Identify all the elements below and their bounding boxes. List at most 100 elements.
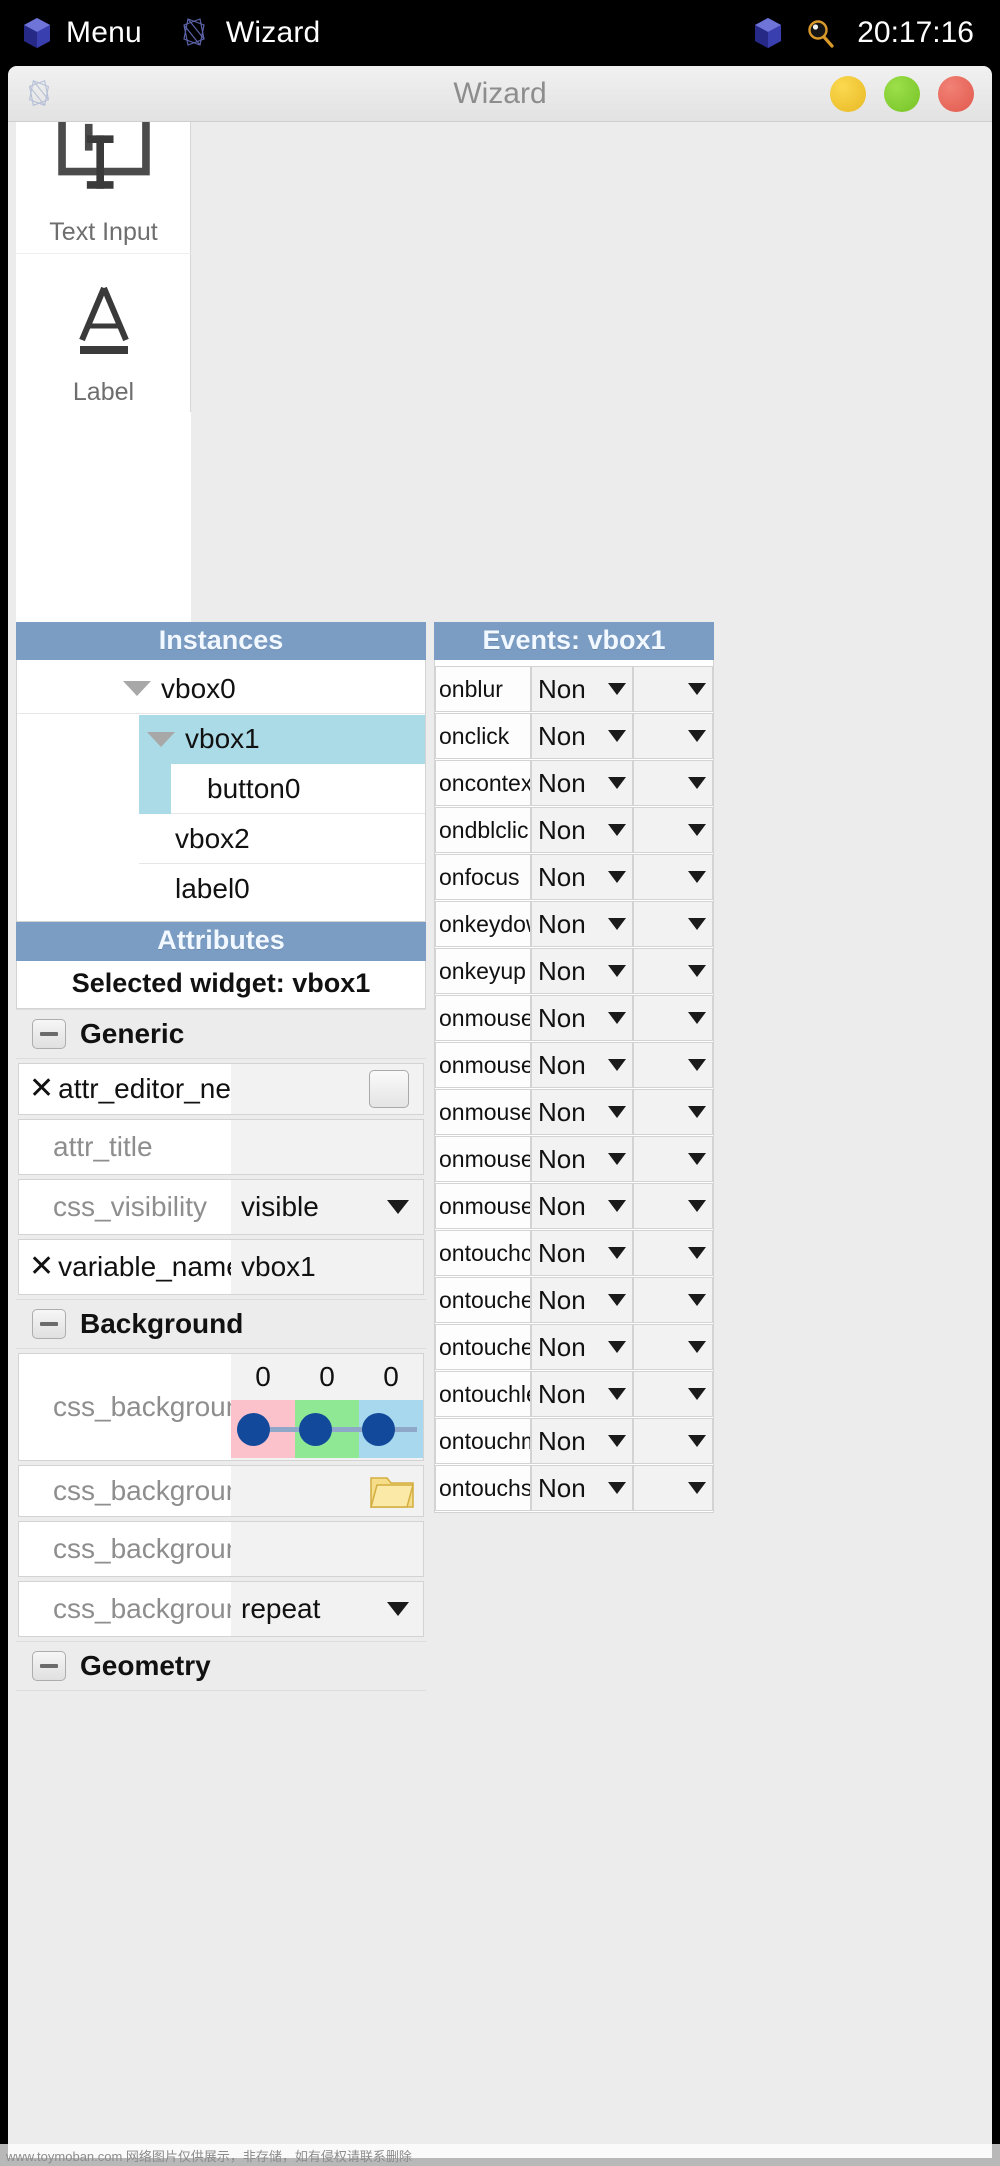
collapse-minus-icon[interactable] xyxy=(32,1651,66,1681)
event-row[interactable]: oncontextm Non xyxy=(435,760,713,806)
event-param-select[interactable] xyxy=(633,807,713,853)
event-handler-select[interactable]: Non xyxy=(531,1277,633,1323)
attr-row-attr-editor-newclass[interactable]: ✕ attr_editor_newc xyxy=(18,1063,424,1115)
attr-group-generic[interactable]: Generic xyxy=(16,1009,426,1059)
event-handler-select[interactable]: Non xyxy=(531,1089,633,1135)
event-param-select[interactable] xyxy=(633,1089,713,1135)
event-param-select[interactable] xyxy=(633,713,713,759)
event-row[interactable]: onmousel Non xyxy=(435,1042,713,1088)
event-handler-select[interactable]: Non xyxy=(531,995,633,1041)
event-name[interactable]: onmousel xyxy=(435,1042,531,1088)
collapse-minus-icon[interactable] xyxy=(32,1309,66,1339)
event-row[interactable]: onkeydow Non xyxy=(435,901,713,947)
event-row[interactable]: ontouchlea Non xyxy=(435,1371,713,1417)
event-name[interactable]: ontoucher xyxy=(435,1324,531,1370)
attr-row-css-background-repeat[interactable]: css_background repeat xyxy=(18,1581,424,1637)
tree-row[interactable]: vbox0 xyxy=(17,664,425,714)
event-row[interactable]: onkeyup Non xyxy=(435,948,713,994)
event-param-select[interactable] xyxy=(633,1418,713,1464)
event-row[interactable]: ontouchst Non xyxy=(435,1465,713,1511)
event-row[interactable]: ondblclick Non xyxy=(435,807,713,853)
collapse-minus-icon[interactable] xyxy=(32,1019,66,1049)
event-handler-select[interactable]: Non xyxy=(531,1324,633,1370)
event-handler-select[interactable]: Non xyxy=(531,1371,633,1417)
remove-attribute-icon[interactable]: ✕ xyxy=(29,1252,54,1282)
palette-item-text-input[interactable]: Text Input xyxy=(16,122,191,254)
event-param-select[interactable] xyxy=(633,1042,713,1088)
event-name[interactable]: oncontextm xyxy=(435,760,531,806)
palette-item-label[interactable]: Label xyxy=(16,254,191,432)
event-row[interactable]: onmousem Non xyxy=(435,1089,713,1135)
maximize-button[interactable] xyxy=(884,76,920,112)
expander-triangle-icon[interactable] xyxy=(147,732,175,747)
event-param-select[interactable] xyxy=(633,1230,713,1276)
event-row[interactable]: ontoucher Non xyxy=(435,1324,713,1370)
attr-row-css-background-color[interactable]: css_background 0 0 0 xyxy=(18,1353,424,1461)
event-name[interactable]: ontouchm xyxy=(435,1418,531,1464)
event-param-select[interactable] xyxy=(633,1324,713,1370)
event-row[interactable]: onmoused Non xyxy=(435,995,713,1041)
canvas-area[interactable] xyxy=(191,122,992,622)
window-titlebar[interactable]: Wizard xyxy=(8,66,992,122)
event-handler-select[interactable]: Non xyxy=(531,713,633,759)
attr-editor-button[interactable] xyxy=(369,1070,409,1108)
attr-row-css-background-position[interactable]: css_background xyxy=(18,1521,424,1577)
event-handler-select[interactable]: Non xyxy=(531,760,633,806)
event-param-select[interactable] xyxy=(633,901,713,947)
event-name[interactable]: onclick xyxy=(435,713,531,759)
event-handler-select[interactable]: Non xyxy=(531,1183,633,1229)
remove-attribute-icon[interactable]: ✕ xyxy=(29,1074,54,1104)
event-row[interactable]: onblur Non xyxy=(435,666,713,712)
event-name[interactable]: onfocus xyxy=(435,854,531,900)
event-param-select[interactable] xyxy=(633,1277,713,1323)
event-name[interactable]: onmousem xyxy=(435,1089,531,1135)
event-param-select[interactable] xyxy=(633,1465,713,1511)
attr-row-attr-title[interactable]: attr_title xyxy=(18,1119,424,1175)
event-handler-select[interactable]: Non xyxy=(531,854,633,900)
background-image-file-picker[interactable] xyxy=(231,1466,423,1516)
attr-row-css-background-image[interactable]: css_background xyxy=(18,1465,424,1517)
tree-row[interactable]: vbox1 xyxy=(17,714,425,764)
attr-value-input[interactable] xyxy=(231,1120,423,1174)
blue-slider-knob[interactable] xyxy=(362,1413,395,1446)
attr-value-cell[interactable] xyxy=(231,1064,423,1114)
attr-row-variable-name[interactable]: ✕ variable_name vbox1 xyxy=(18,1239,424,1295)
events-list[interactable]: onblur Non onclick Non xyxy=(434,660,714,1513)
attr-row-css-visibility[interactable]: css_visibility visible xyxy=(18,1179,424,1235)
event-param-select[interactable] xyxy=(633,1136,713,1182)
event-handler-select[interactable]: Non xyxy=(531,948,633,994)
event-row[interactable]: onfocus Non xyxy=(435,854,713,900)
rgb-sliders[interactable] xyxy=(231,1400,423,1458)
event-name[interactable]: ontouchlea xyxy=(435,1371,531,1417)
instances-tree[interactable]: vbox0 vbox1 button0 xyxy=(16,660,426,922)
attr-group-background[interactable]: Background xyxy=(16,1299,426,1349)
folder-icon[interactable] xyxy=(369,1472,415,1510)
background-repeat-select[interactable]: repeat xyxy=(231,1582,423,1636)
magnifier-icon[interactable] xyxy=(805,18,835,48)
menu-button[interactable]: Menu xyxy=(22,16,142,50)
event-handler-select[interactable]: Non xyxy=(531,666,633,712)
css-visibility-select[interactable]: visible xyxy=(231,1180,423,1234)
event-param-select[interactable] xyxy=(633,948,713,994)
event-handler-select[interactable]: Non xyxy=(531,807,633,853)
event-param-select[interactable] xyxy=(633,1183,713,1229)
event-handler-select[interactable]: Non xyxy=(531,1042,633,1088)
event-name[interactable]: onkeyup xyxy=(435,948,531,994)
red-slider-knob[interactable] xyxy=(237,1413,270,1446)
event-name[interactable]: onmouseu xyxy=(435,1183,531,1229)
event-handler-select[interactable]: Non xyxy=(531,1418,633,1464)
event-row[interactable]: ontouchca Non xyxy=(435,1230,713,1276)
tree-row[interactable]: vbox2 xyxy=(17,814,425,864)
event-row[interactable]: onmoused Non xyxy=(435,1136,713,1182)
expander-triangle-icon[interactable] xyxy=(123,681,151,696)
event-name[interactable]: ontouchst xyxy=(435,1465,531,1511)
event-param-select[interactable] xyxy=(633,854,713,900)
variable-name-input[interactable]: vbox1 xyxy=(231,1240,423,1294)
rgb-color-picker[interactable]: 0 0 0 xyxy=(231,1354,423,1460)
attr-group-geometry[interactable]: Geometry xyxy=(16,1641,426,1691)
event-param-select[interactable] xyxy=(633,995,713,1041)
minimize-button[interactable] xyxy=(830,76,866,112)
green-slider-knob[interactable] xyxy=(299,1413,332,1446)
event-name[interactable]: onkeydow xyxy=(435,901,531,947)
event-param-select[interactable] xyxy=(633,1371,713,1417)
